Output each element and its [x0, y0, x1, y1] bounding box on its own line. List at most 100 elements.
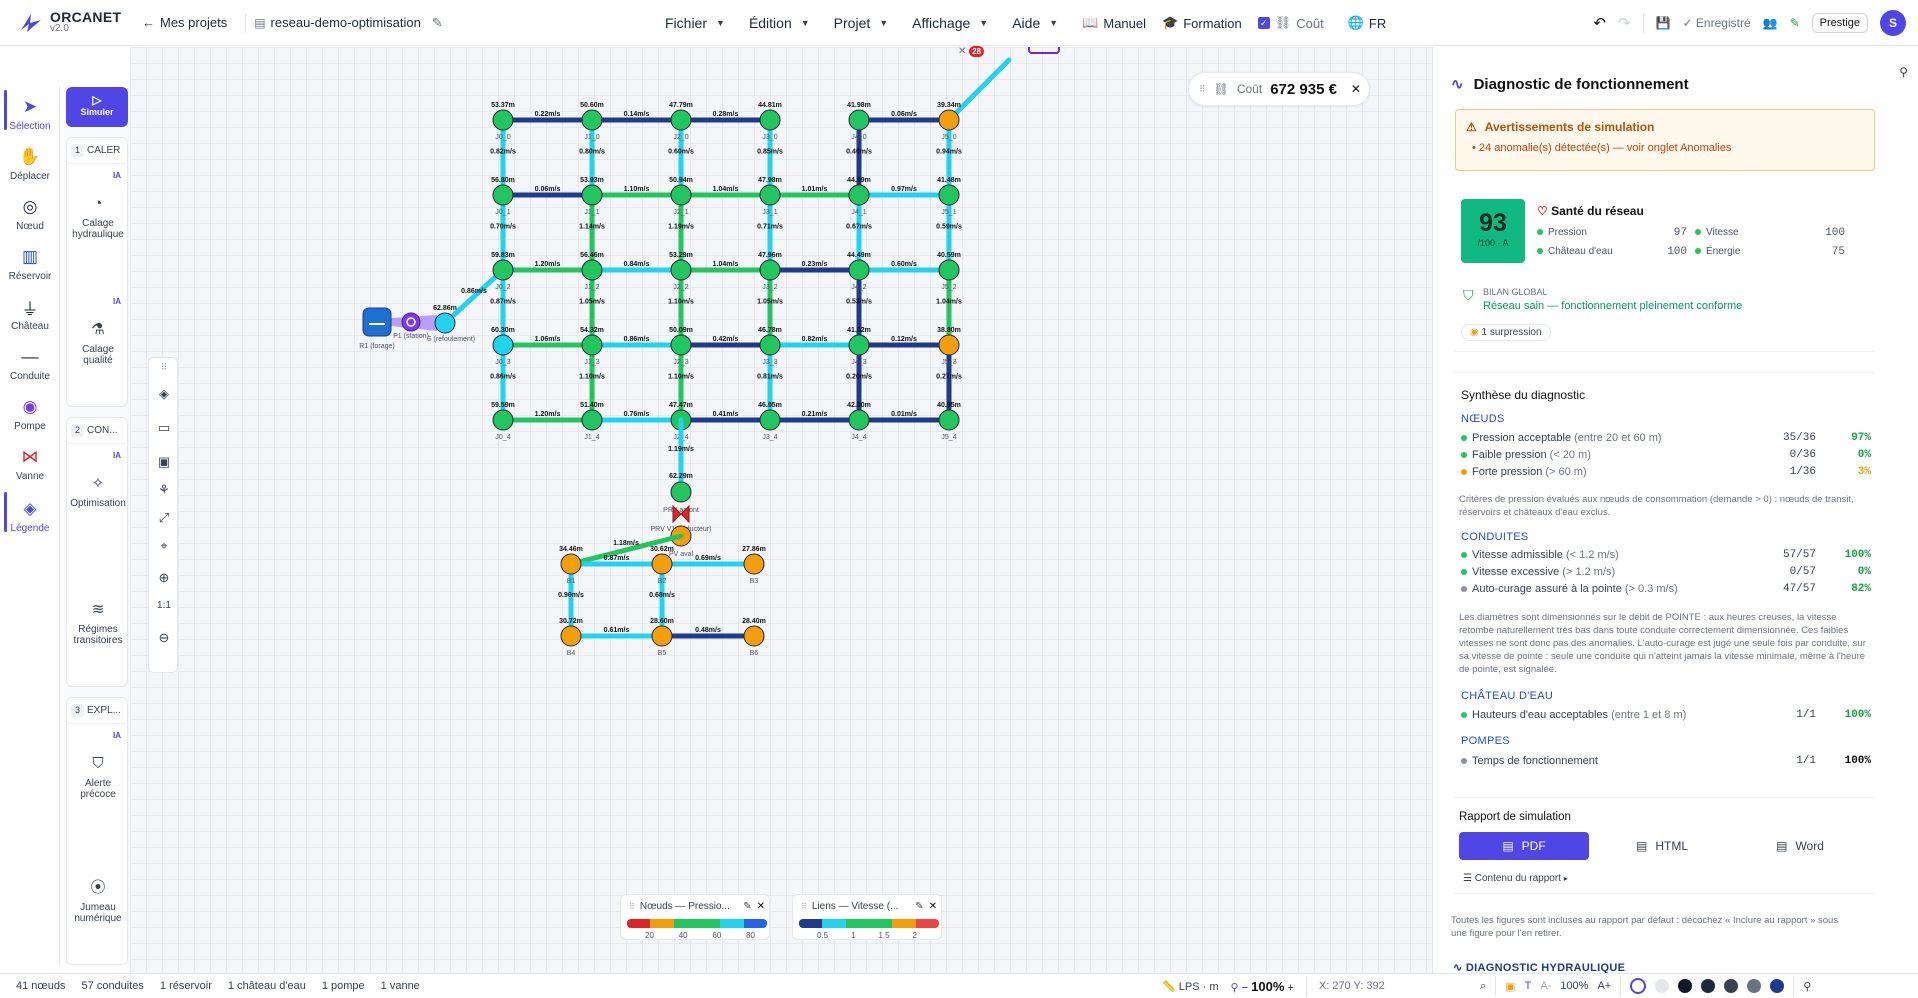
junction-node[interactable]	[581, 184, 603, 206]
units-select[interactable]: 📏 LPS · m	[1162, 980, 1219, 993]
layers-icon[interactable]: ◈	[149, 386, 179, 402]
lower-node[interactable]	[651, 553, 673, 575]
lower-node[interactable]	[651, 625, 673, 647]
color-toggle-icon[interactable]: ▣	[1505, 980, 1515, 993]
zoom-control[interactable]: ⚲ − 100% +	[1231, 979, 1294, 994]
tool-layers[interactable]: ◈ Légende	[0, 492, 60, 534]
junction-node[interactable]	[670, 334, 692, 356]
pin-icon[interactable]: ⚲	[1803, 980, 1811, 993]
theme-swatch-blue[interactable]	[1770, 979, 1785, 993]
step-title[interactable]: CALER	[87, 145, 120, 156]
drag-handle-icon[interactable]: ⠿	[801, 902, 807, 911]
lower-node[interactable]	[743, 553, 765, 575]
project-name[interactable]: ▤ reseau-demo-optimisation ✎	[254, 15, 443, 31]
comment-icon[interactable]: ▭	[149, 420, 179, 436]
pump-discharge-pipe[interactable]	[442, 267, 506, 326]
junction-node[interactable]	[848, 184, 870, 206]
surpression-chip[interactable]: ◉ 1 surpression	[1461, 324, 1551, 341]
network-graph[interactable]: 0.22m/s 0.14m/s 0.28m/s 0.06m/s 0.06m/s 1.10m…	[130, 47, 1432, 973]
theme-swatch-white[interactable]	[1630, 978, 1647, 994]
calage-qualite-tool[interactable]: IA ⚗ Calage qualité	[67, 297, 129, 366]
junction-node[interactable]	[938, 334, 960, 356]
pump-icon[interactable]	[401, 312, 421, 332]
report-html-button[interactable]: ▤ HTML	[1597, 832, 1727, 860]
avatar[interactable]: S	[1880, 10, 1906, 36]
prv-upstream-node[interactable]	[670, 481, 692, 503]
lower-node[interactable]	[560, 625, 582, 647]
pencil-icon[interactable]: ✎	[915, 901, 923, 912]
theme-swatch-navy[interactable]	[1701, 979, 1716, 993]
regimes-transitoires-tool[interactable]: ≋ Régimes transitoires	[67, 602, 129, 646]
close-icon[interactable]: ✕	[757, 901, 765, 912]
back-to-projects-button[interactable]: ← Mes projets	[142, 15, 227, 30]
zoom-reset-button[interactable]: 1:1	[149, 600, 179, 611]
junction-node[interactable]	[670, 259, 692, 281]
calage-hydraulique-tool[interactable]: IA ◔ Calage hydraulique	[67, 171, 129, 240]
junction-node[interactable]	[492, 259, 514, 281]
junction-node[interactable]	[759, 109, 781, 131]
text-smaller-icon[interactable]: A-	[1540, 980, 1551, 992]
close-icon[interactable]: ✕	[1351, 82, 1361, 96]
junction-node[interactable]	[938, 184, 960, 206]
junction-node[interactable]	[848, 259, 870, 281]
pencil-icon[interactable]: ✎	[432, 15, 443, 31]
expand-icon[interactable]: ⤢	[149, 510, 179, 526]
tool-pipe[interactable]: — Conduite	[0, 346, 60, 382]
junction-node[interactable]	[759, 409, 781, 431]
close-icon[interactable]: ✕	[929, 901, 937, 912]
junction-node[interactable]	[581, 259, 603, 281]
pin-icon[interactable]: ⚲	[1899, 65, 1908, 79]
tool-cursor[interactable]: ➤ Sélection	[0, 90, 60, 132]
junction-node[interactable]	[492, 334, 514, 356]
alerte-precoce-tool[interactable]: IA ⛉ Alerte précoce	[67, 731, 129, 800]
search-icon[interactable]: ⌕	[1480, 980, 1486, 993]
lower-node[interactable]	[743, 625, 765, 647]
junction-node[interactable]	[581, 334, 603, 356]
drag-handle-icon[interactable]: ⠿	[1199, 84, 1206, 95]
optimisation-tool[interactable]: IA ✧ Optimisation	[67, 451, 129, 509]
wand-icon[interactable]: ⚘	[149, 482, 179, 498]
text-size-icon[interactable]: T	[1525, 980, 1532, 992]
menu-edition[interactable]: Édition ▼	[749, 15, 810, 31]
menu-affichage[interactable]: Affichage ▼	[912, 15, 988, 31]
menu-fichier[interactable]: Fichier ▼	[665, 15, 725, 31]
junction-node[interactable]	[492, 409, 514, 431]
theme-swatch-slate[interactable]	[1724, 979, 1739, 993]
junction-node[interactable]	[670, 109, 692, 131]
junction-node[interactable]	[759, 334, 781, 356]
simulate-button[interactable]: ▷ Simuler	[66, 87, 128, 127]
zoom-out-icon[interactable]: ⊖	[149, 630, 179, 646]
jumeau-numerique-tool[interactable]: ⦿ Jumeau numérique	[67, 880, 129, 924]
node-pressure-legend[interactable]: ⠿ Nœuds — Pressio... ✎ ✕ 20 40 60 80	[620, 894, 770, 940]
menu-aide[interactable]: Aide ▼	[1012, 15, 1058, 31]
zoom-in-icon[interactable]: ⊕	[149, 570, 179, 586]
tool-hand[interactable]: ✋ Déplacer	[0, 146, 60, 182]
junction-node[interactable]	[492, 109, 514, 131]
users-icon[interactable]: 👥	[1763, 16, 1778, 30]
report-word-button[interactable]: ▤ Word	[1735, 832, 1865, 860]
manual-link[interactable]: 📖 Manuel	[1082, 15, 1146, 31]
junction-node[interactable]	[581, 409, 603, 431]
menu-projet[interactable]: Projet ▼	[834, 15, 889, 31]
step-title[interactable]: EXPL...	[87, 705, 121, 716]
checkbox-checked-icon[interactable]: ✓	[1257, 17, 1270, 29]
anomaly-badge[interactable]: ✕ 28	[958, 46, 985, 57]
plan-badge[interactable]: Prestige	[1811, 13, 1868, 33]
junction-node[interactable]	[938, 409, 960, 431]
junction-node[interactable]	[670, 184, 692, 206]
redo-icon[interactable]: ↷	[1618, 14, 1631, 32]
image-icon[interactable]: ▣	[149, 454, 179, 470]
theme-swatch-gray[interactable]	[1747, 979, 1762, 993]
undo-icon[interactable]: ↶	[1593, 14, 1606, 32]
tool-node[interactable]: ◎ Nœud	[0, 196, 60, 232]
theme-swatch-dark[interactable]	[1678, 979, 1693, 993]
link-velocity-legend[interactable]: ⠿ Liens — Vitesse (... ✎ ✕ 0.5 1 1.5 2	[792, 894, 942, 940]
water-tower-icon[interactable]	[1028, 47, 1060, 54]
report-pdf-button[interactable]: ▤ PDF	[1459, 832, 1589, 860]
step-title[interactable]: CON...	[87, 425, 118, 436]
theme-swatch-light[interactable]	[1655, 979, 1670, 993]
tool-valve[interactable]: ⋈ Vanne	[0, 446, 60, 482]
cost-toggle[interactable]: ✓ ⛓ Coût	[1257, 15, 1324, 31]
drag-handle-icon[interactable]: ⠿	[629, 902, 635, 911]
pipe-to-tower[interactable]	[946, 57, 1012, 123]
